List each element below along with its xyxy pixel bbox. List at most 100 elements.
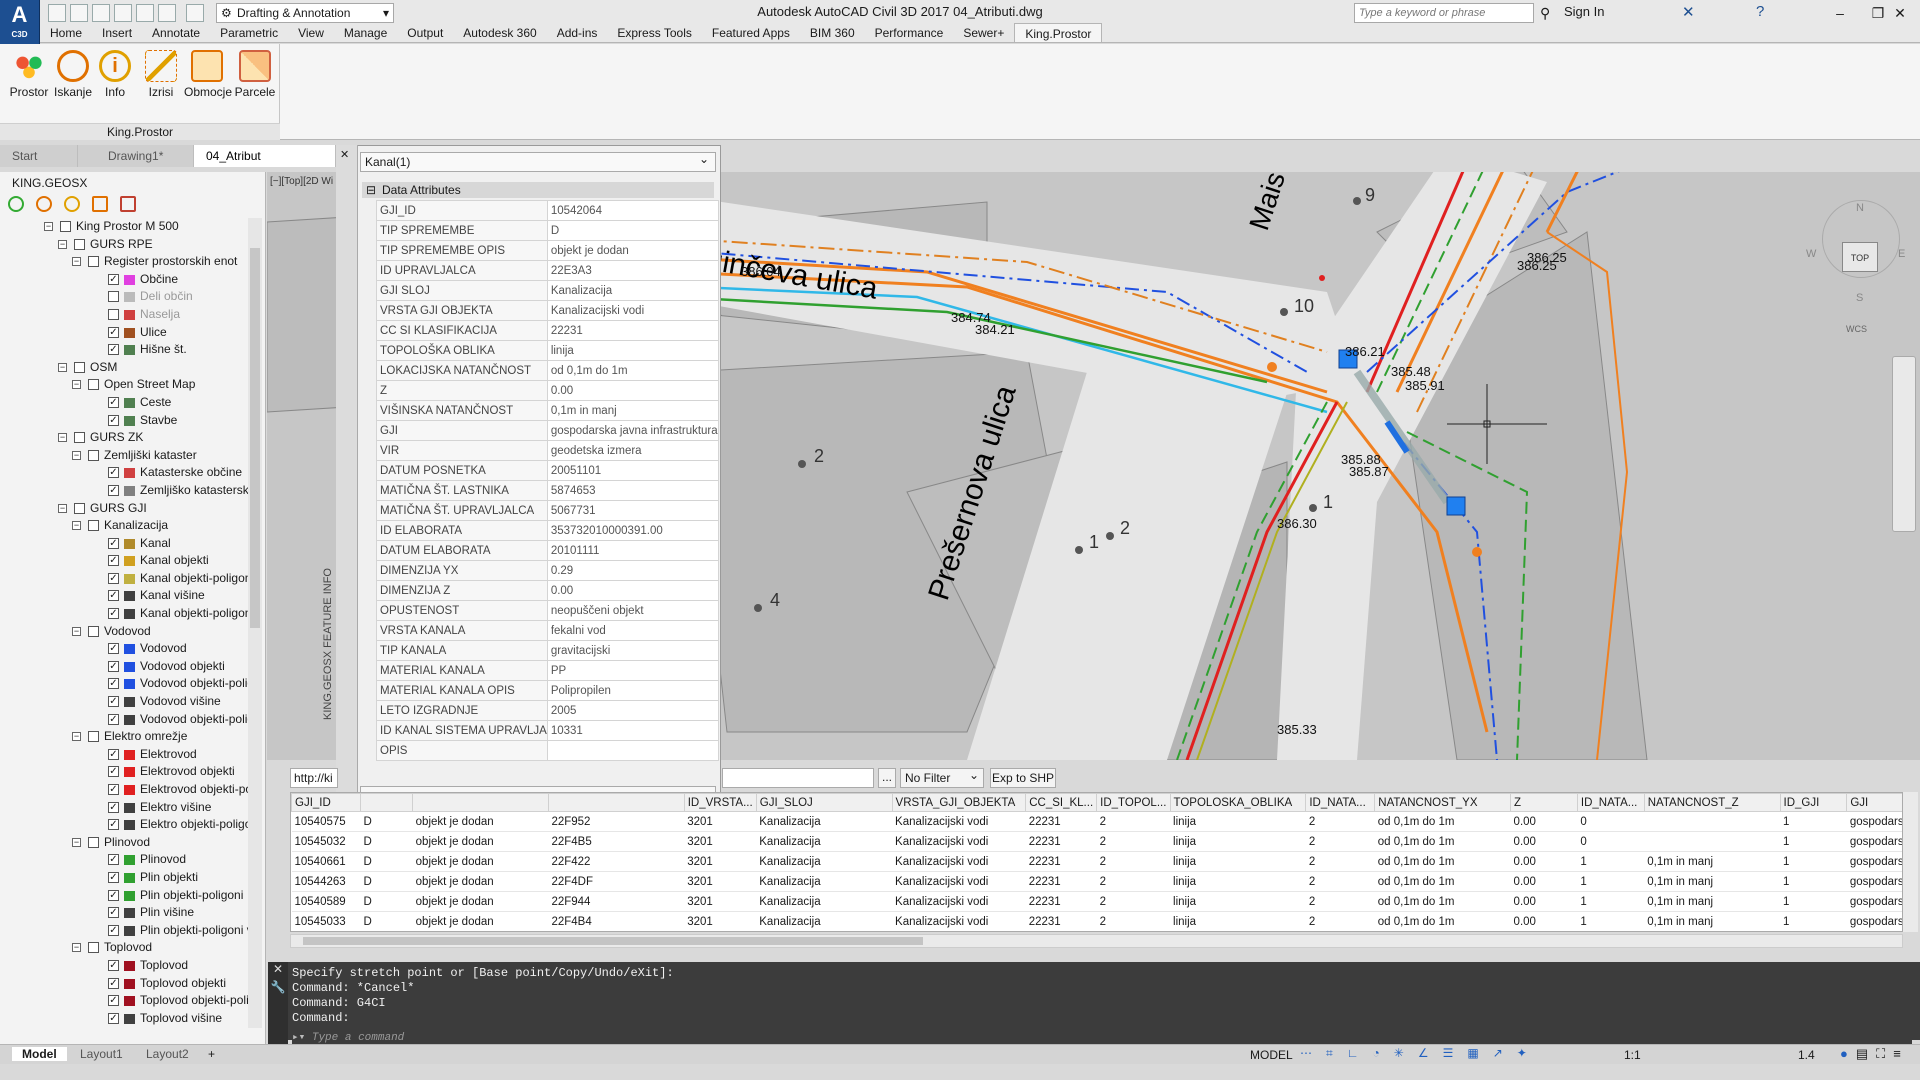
layer-checkbox[interactable]: ✓ — [108, 467, 119, 479]
tree-item[interactable]: ✓ Vodovod objekti — [0, 658, 250, 676]
layer-checkbox[interactable]: ✓ — [108, 907, 119, 919]
attribute-row[interactable]: DATUM ELABORATA 20101111 — [376, 540, 719, 561]
collapse-icon[interactable]: − — [72, 521, 81, 531]
layer-checkbox[interactable]: ✓ — [108, 608, 119, 620]
browse-button[interactable]: ... — [878, 768, 896, 788]
transparency-icon[interactable]: ▦ — [1467, 1046, 1478, 1062]
tab-insert[interactable]: Insert — [92, 23, 142, 42]
attribute-row[interactable]: VRSTA GJI OBJEKTA Kanalizacijski vodi — [376, 300, 719, 321]
tree-item[interactable]: − King Prostor M 500 — [0, 218, 250, 236]
gizmo-icon[interactable]: ✦ — [1517, 1046, 1527, 1062]
add-layout-icon[interactable]: + — [208, 1047, 215, 1061]
tree-item[interactable]: − Plinovod — [0, 834, 250, 852]
tree-item[interactable]: − Elektro omrežje — [0, 728, 250, 746]
tree-item[interactable]: − GURS GJI — [0, 500, 250, 518]
layer-checkbox[interactable]: ✓ — [108, 713, 119, 725]
tab-add-ins[interactable]: Add-ins — [547, 23, 608, 42]
layer-checkbox[interactable]: ✓ — [108, 889, 119, 901]
izrisi-button[interactable]: Izrisi — [138, 50, 184, 99]
attribute-row[interactable]: DATUM POSNETKA 20051101 — [376, 460, 719, 481]
tab-layout1[interactable]: Layout1 — [80, 1047, 123, 1061]
tree-item[interactable]: Deli občin — [0, 288, 250, 306]
layer-checkbox[interactable]: ✓ — [108, 959, 119, 971]
layer-checkbox[interactable]: ✓ — [108, 660, 119, 672]
wrench-icon[interactable]: 🔧 — [268, 980, 288, 994]
feature-select[interactable]: Kanal(1) — [360, 150, 716, 172]
prostor-button[interactable]: Prostor — [6, 50, 52, 99]
table-row[interactable]: 10545032 Dobjekt je dodan 22F4B5 3201 Kanali… — [291, 831, 1902, 852]
layer-checkbox[interactable] — [88, 731, 99, 743]
attribute-row[interactable]: MATIČNA ŠT. UPRAVLJALCA 5067731 — [376, 500, 719, 521]
collapse-icon[interactable]: − — [72, 380, 81, 390]
tree-scrollbar[interactable] — [248, 218, 262, 1028]
export-shp-button[interactable]: Exp to SHP — [990, 768, 1056, 788]
tree-item[interactable]: ✓ Toplovod objekti — [0, 975, 250, 993]
tree-item[interactable]: − Zemljiški kataster — [0, 447, 250, 465]
navigation-bar[interactable] — [1892, 356, 1916, 532]
attribute-row[interactable]: DIMENZIJA YX 0.29 — [376, 560, 719, 581]
attribute-row[interactable]: OPUSTENOST neopuščeni objekt — [376, 600, 719, 621]
layer-checkbox[interactable]: ✓ — [108, 871, 119, 883]
attribute-row[interactable]: DIMENZIJA Z 0.00 — [376, 580, 719, 601]
tree-item[interactable]: − Kanalizacija — [0, 517, 250, 535]
file-tab-start[interactable]: Start — [0, 145, 78, 167]
layer-checkbox[interactable]: ✓ — [108, 766, 119, 778]
tree-item[interactable]: ✓ Toplovod višine — [0, 1010, 250, 1028]
tree-item[interactable]: ✓ Elektro višine — [0, 799, 250, 817]
layer-checkbox[interactable] — [74, 502, 85, 514]
tab-annotate[interactable]: Annotate — [142, 23, 210, 42]
tree-item[interactable]: ✓ Elektro objekti-poligoni v — [0, 816, 250, 834]
minimize-icon[interactable]: – — [1820, 2, 1860, 24]
attribute-row[interactable]: TIP SPREMEMBE D — [376, 220, 719, 241]
obmocje-button[interactable]: Obmocje — [184, 50, 232, 99]
tree-item[interactable]: ✓ Elektrovod objekti-poligo — [0, 781, 250, 799]
attribute-row[interactable]: CC SI KLASIFIKACIJA 22231 — [376, 320, 719, 341]
column-header[interactable]: ID_TOPOL... — [1096, 793, 1171, 812]
redo-icon[interactable] — [186, 4, 204, 22]
column-header[interactable]: VRSTA_GJI_OBJEKTA — [891, 793, 1027, 812]
info-button[interactable]: i Info — [92, 50, 138, 99]
column-header[interactable]: ID_GJI — [1779, 793, 1848, 812]
viewcube-top[interactable]: TOP — [1842, 242, 1878, 272]
tab-manage[interactable]: Manage — [334, 23, 397, 42]
tree-item[interactable]: − GURS RPE — [0, 236, 250, 254]
table-row[interactable]: 10540575 Dobjekt je dodan 22F952 3201 Kanali… — [291, 811, 1902, 832]
save-icon[interactable] — [92, 4, 110, 22]
layer-checkbox[interactable]: ✓ — [108, 678, 119, 690]
tree-item[interactable]: ✓ Plin objekti-poligoni — [0, 887, 250, 905]
wcs-label[interactable]: WCS — [1846, 324, 1867, 334]
annotation-value[interactable]: 1.4 — [1798, 1048, 1815, 1062]
column-header[interactable]: Z — [1510, 793, 1578, 812]
layer-checkbox[interactable] — [74, 238, 85, 250]
parcel-icon[interactable] — [120, 196, 136, 212]
tree-item[interactable]: Naselja — [0, 306, 250, 324]
layer-checkbox[interactable] — [108, 291, 119, 303]
file-tab-drawing1[interactable]: Drawing1* — [78, 145, 194, 167]
binoculars-icon[interactable]: ⚲ — [1540, 5, 1550, 22]
attribute-row[interactable]: TIP KANALA gravitacijski — [376, 640, 719, 661]
close-icon[interactable]: ✕ — [268, 962, 288, 976]
exchange-icon[interactable]: ✕ — [1682, 3, 1695, 21]
tree-item[interactable]: ✓ Kanal — [0, 535, 250, 553]
collapse-icon[interactable]: − — [58, 433, 67, 443]
undo-icon[interactable] — [158, 4, 176, 22]
annotation-scale[interactable]: 1:1 — [1624, 1048, 1641, 1062]
polar-icon[interactable]: ◔ — [1373, 1046, 1380, 1062]
layer-checkbox[interactable] — [88, 625, 99, 637]
collapse-icon[interactable]: − — [44, 222, 53, 231]
app-menu-button[interactable]: A C3D — [0, 0, 40, 44]
tree-item[interactable]: ✓ Plin objekti-poligoni višin — [0, 922, 250, 940]
isolate-icon[interactable]: ● — [1840, 1046, 1848, 1062]
layer-checkbox[interactable]: ✓ — [108, 801, 119, 813]
file-tab-atributi[interactable]: 04_Atribut — [194, 145, 336, 167]
tab-autodesk-360[interactable]: Autodesk 360 — [453, 23, 546, 42]
layer-checkbox[interactable]: ✓ — [108, 643, 119, 655]
column-header[interactable] — [412, 793, 549, 812]
table-row[interactable]: 10540589 Dobjekt je dodan 22F944 3201 Kanali… — [291, 891, 1902, 912]
otrack-icon[interactable]: ∠ — [1418, 1046, 1429, 1062]
layer-checkbox[interactable] — [88, 256, 99, 268]
help-icon[interactable]: ? — [1756, 3, 1764, 20]
layer-checkbox[interactable]: ✓ — [108, 484, 119, 496]
attribute-row[interactable]: MATERIAL KANALA PP — [376, 660, 719, 681]
layer-checkbox[interactable]: ✓ — [108, 748, 119, 760]
